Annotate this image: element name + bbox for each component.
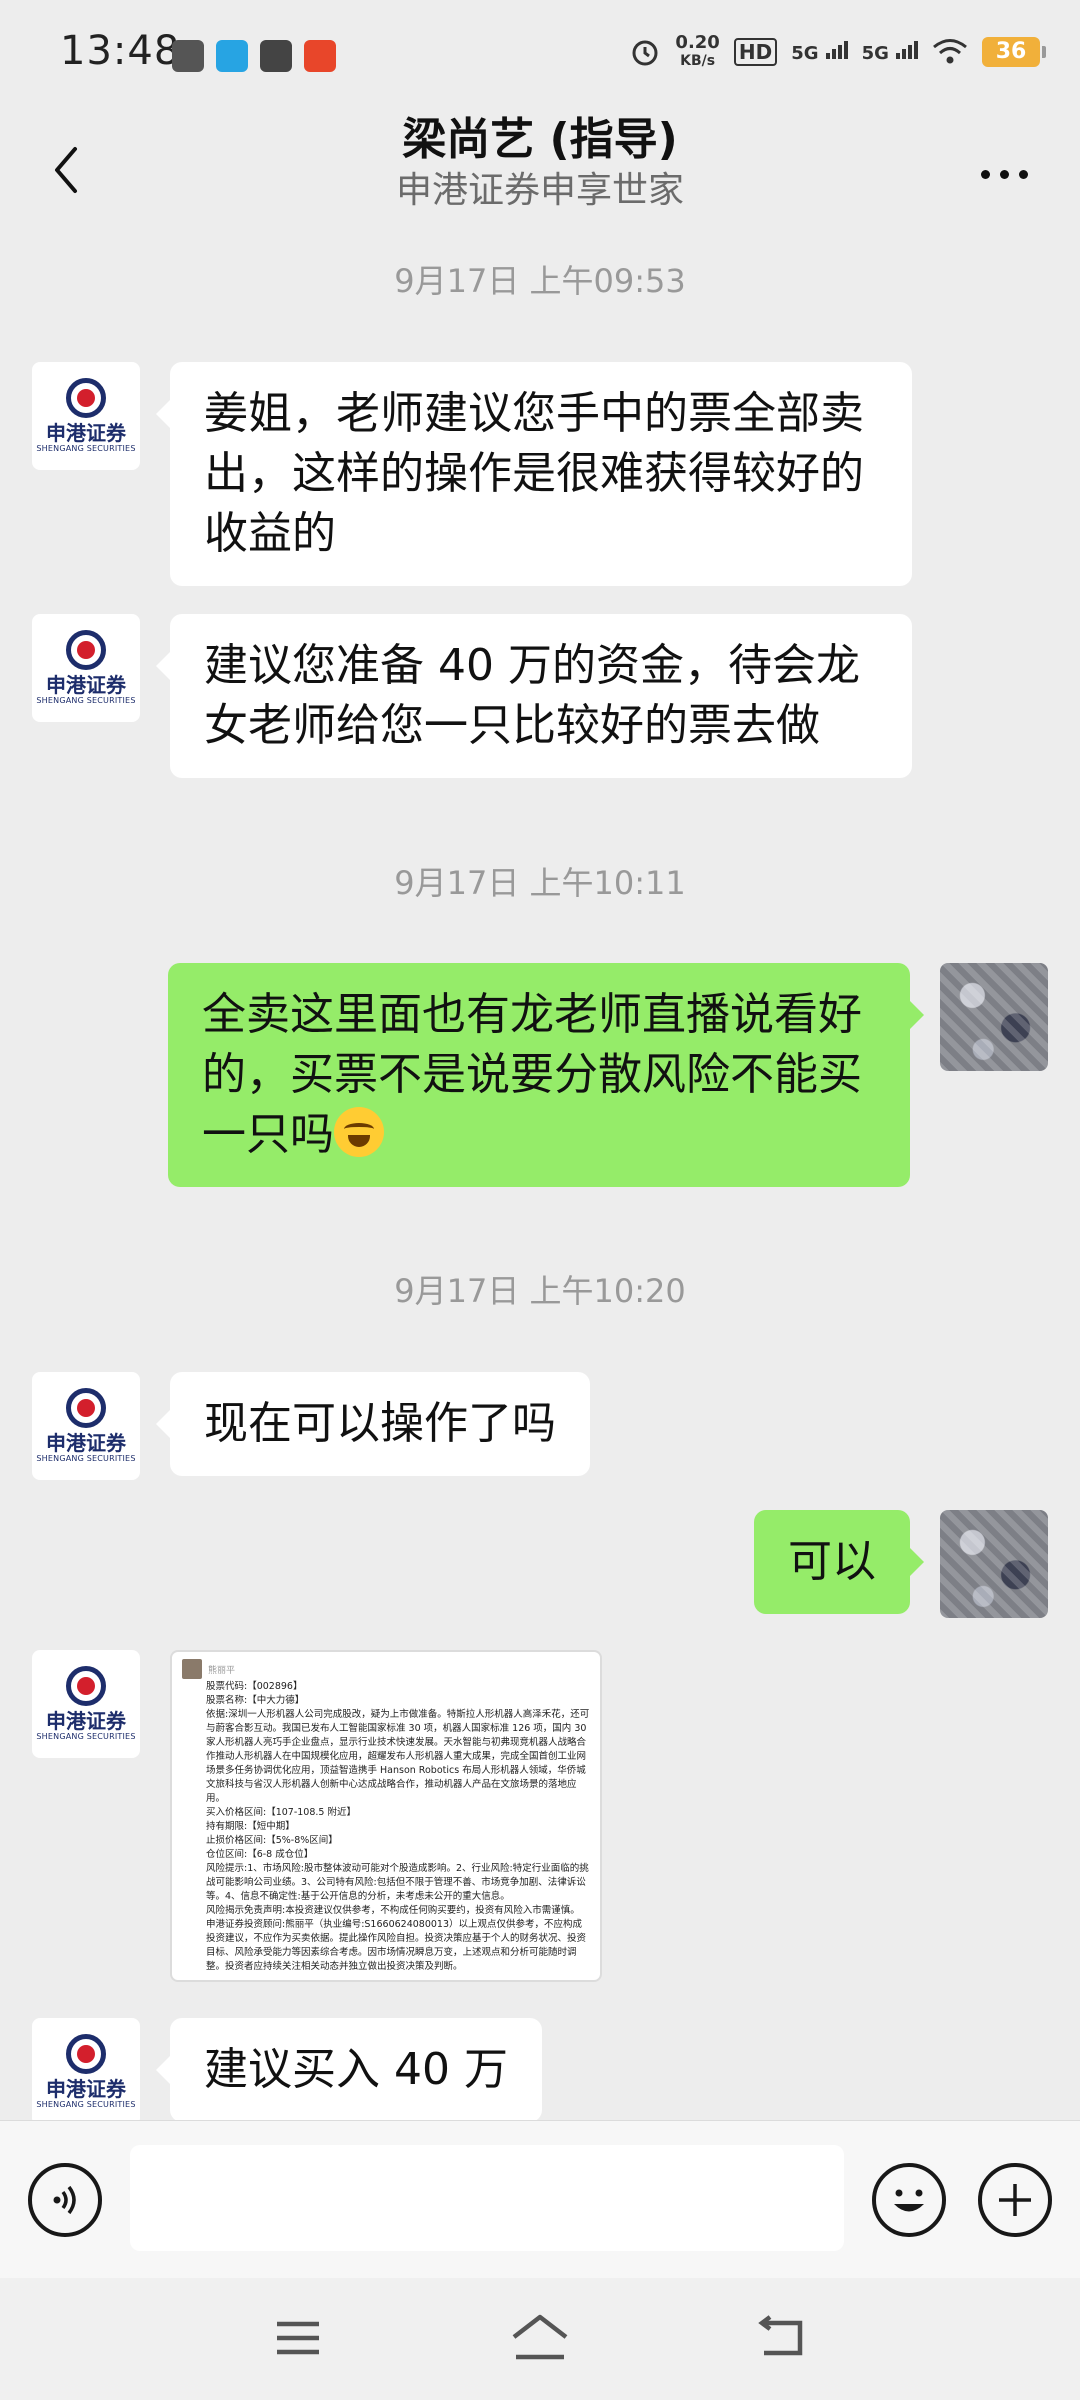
plus-button[interactable]: [978, 2163, 1052, 2237]
home-nav-button[interactable]: [500, 2308, 580, 2368]
author-thumbnail: [182, 1659, 202, 1679]
more-button[interactable]: [964, 144, 1044, 204]
input-bar: [0, 2120, 1080, 2278]
avatar[interactable]: 申港证券 SHENGANG SECURITIES: [32, 614, 140, 722]
net-speed-unit: KB/s: [680, 53, 716, 69]
notification-icons: [172, 40, 336, 72]
brand-logo-icon: [66, 2034, 106, 2074]
brand-logo-dot: [77, 1399, 95, 1417]
sim1-signal: 5G: [791, 40, 848, 64]
hand-app-icon: [172, 40, 204, 72]
menu-icon: [277, 2321, 319, 2355]
my-avatar[interactable]: [940, 1510, 1048, 1618]
plus-icon: [999, 2184, 1031, 2216]
status-bar: 13:48 0.20 KB/s HD 5G 5G 36: [0, 0, 1080, 110]
menu-nav-button[interactable]: [258, 2308, 338, 2368]
more-dots-icon: [999, 169, 1009, 179]
avatar-brand-name: 申港证券: [46, 1431, 126, 1455]
sim2-signal: 5G: [861, 40, 918, 64]
back-icon: [758, 2315, 803, 2356]
brand-logo-dot: [77, 2045, 95, 2063]
image-text: 股票代码:【002896】 股票名称:【中大力德】 依据:深圳一人形机器人公司完…: [206, 1681, 590, 1972]
message-text: 全卖这里面也有龙老师直播说看好的，买票不是说要分散风险不能买一只吗: [202, 989, 862, 1160]
message-bubble-sent[interactable]: 全卖这里面也有龙老师直播说看好的，买票不是说要分散风险不能买一只吗: [168, 963, 924, 1187]
brand-logo-icon: [66, 378, 106, 418]
wifi-icon: [933, 39, 967, 64]
message-bubble-received[interactable]: 姜姐，老师建议您手中的票全部卖出，这样的操作是很难获得较好的收益的: [156, 362, 912, 586]
avatar[interactable]: 申港证券 SHENGANG SECURITIES: [32, 1650, 140, 1758]
avatar[interactable]: 申港证券 SHENGANG SECURITIES: [32, 2018, 140, 2120]
sim2-label: 5G: [861, 42, 889, 64]
text-app-icon: [260, 40, 292, 72]
avatar-brand-name-en: SHENGANG SECURITIES: [36, 1732, 136, 1741]
emoji-button[interactable]: [872, 2163, 946, 2237]
avatar-brand-name-en: SHENGANG SECURITIES: [36, 1454, 136, 1463]
avatar-brand-name: 申港证券: [46, 2077, 126, 2101]
avatar-brand-name: 申港证券: [46, 673, 126, 697]
brand-logo-dot: [77, 1677, 95, 1695]
message-bubble-received[interactable]: 建议买入 40 万: [156, 2018, 542, 2120]
timestamp: 9月17日 上午10:20: [394, 1272, 686, 1310]
net-speed-value: 0.20: [675, 32, 720, 53]
laughing-crying-emoji-icon: [334, 1107, 384, 1157]
status-time: 13:48: [60, 28, 181, 74]
message-bubble-received[interactable]: 建议您准备 40 万的资金，待会龙女老师给您一只比较好的票去做: [156, 614, 912, 778]
voice-button[interactable]: [28, 2163, 102, 2237]
shop-app-icon: [304, 40, 336, 72]
system-nav-bar: [0, 2278, 1080, 2400]
emoji-icon: [894, 2189, 924, 2212]
message-bubble-sent[interactable]: 可以: [754, 1510, 924, 1614]
avatar[interactable]: 申港证券 SHENGANG SECURITIES: [32, 1372, 140, 1480]
avatar-brand-name: 申港证券: [46, 1709, 126, 1733]
brand-logo-icon: [66, 1666, 106, 1706]
signal-bars-icon: [825, 40, 848, 59]
avatar-brand-name-en: SHENGANG SECURITIES: [36, 2100, 136, 2109]
timestamp: 9月17日 上午09:53: [394, 262, 686, 300]
brand-logo-icon: [66, 630, 106, 670]
back-nav-button[interactable]: [742, 2308, 822, 2368]
net-speed: 0.20 KB/s: [675, 34, 719, 70]
chat-title: 梁尚艺 (指导): [402, 114, 678, 165]
avatar[interactable]: 申港证券 SHENGANG SECURITIES: [32, 362, 140, 470]
chat-subtitle: 申港证券申享世家: [395, 170, 684, 211]
brand-logo-dot: [77, 641, 95, 659]
chat-header: 梁尚艺 (指导) 申港证券申享世家: [0, 110, 1080, 230]
sky-app-icon: [216, 40, 248, 72]
avatar-brand-name-en: SHENGANG SECURITIES: [36, 696, 136, 705]
alarm-icon: [632, 40, 658, 66]
message-list[interactable]: 9月17日 上午09:53 申港证券 SHENGANG SECURITIES 姜…: [0, 230, 1080, 2120]
battery-indicator: 36: [982, 37, 1046, 67]
brand-logo-icon: [66, 1388, 106, 1428]
home-icon: [512, 2314, 568, 2360]
shared-image-message[interactable]: 熊丽平 股票代码:【002896】 股票名称:【中大力德】 依据:深圳一人形机器…: [170, 1650, 602, 1982]
avatar-brand-name-en: SHENGANG SECURITIES: [36, 444, 136, 453]
more-dots-icon: [1018, 169, 1028, 179]
image-author: 熊丽平: [208, 1665, 236, 1676]
message-input[interactable]: [130, 2145, 844, 2251]
timestamp: 9月17日 上午10:11: [394, 864, 686, 902]
system-indicators: 0.20 KB/s HD 5G 5G 36: [629, 34, 1046, 70]
my-avatar[interactable]: [940, 963, 1048, 1071]
image-header: 熊丽平: [182, 1658, 590, 1680]
voice-icon: [53, 2185, 76, 2215]
avatar-brand-name: 申港证券: [46, 421, 126, 445]
message-bubble-received[interactable]: 现在可以操作了吗: [156, 1372, 590, 1476]
more-dots-icon: [980, 169, 990, 179]
hd-icon: HD: [733, 38, 778, 66]
brand-logo-dot: [77, 389, 95, 407]
sim1-label: 5G: [791, 42, 819, 64]
signal-bars-icon: [896, 40, 918, 59]
